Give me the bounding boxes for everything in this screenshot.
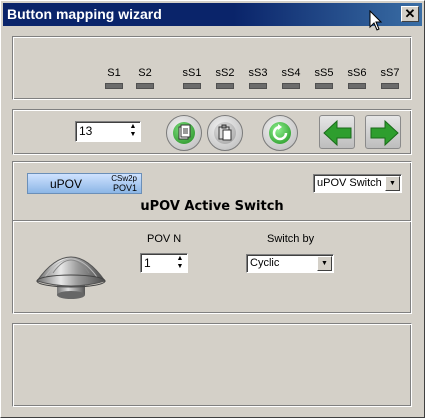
button-number-spinner[interactable]: 13 ▲ ▼	[75, 121, 141, 142]
switch-label: sS3	[248, 67, 268, 79]
switch-label: sS1	[182, 67, 202, 79]
switch-label: sS6	[347, 67, 367, 79]
switch-label: sS4	[281, 67, 301, 79]
switch-indicator: sS6	[345, 67, 369, 89]
upov-button[interactable]: uPOV CSw2p POV1	[27, 173, 142, 194]
reset-icon	[269, 122, 291, 144]
pov-n-label: POV N	[147, 233, 182, 245]
previous-button[interactable]	[319, 115, 355, 149]
pov-n-spinner[interactable]: 1 ▲ ▼	[140, 253, 188, 273]
switch-led	[282, 83, 300, 89]
reset-button[interactable]	[262, 115, 298, 151]
spin-down-icon[interactable]: ▼	[128, 131, 138, 139]
switch-by-select[interactable]: Cyclic ▼	[246, 254, 334, 273]
switch-led	[315, 83, 333, 89]
switch-indicator: sS2	[213, 67, 237, 89]
button-number-value: 13	[79, 124, 93, 138]
switch-led	[249, 83, 267, 89]
upov-button-sub-bottom: POV1	[112, 183, 137, 193]
pov-hat-icon	[36, 256, 106, 299]
switch-indicator: sS3	[246, 67, 270, 89]
copy-button[interactable]	[166, 115, 202, 151]
switch-led	[348, 83, 366, 89]
switch-indicator: sS1	[180, 67, 204, 89]
switch-label: S2	[138, 67, 152, 79]
next-button[interactable]	[365, 115, 401, 149]
switch-led	[105, 83, 123, 89]
spin-up-icon[interactable]: ▲	[128, 123, 138, 131]
switch-label: sS2	[215, 67, 235, 79]
prev-arrow-icon	[323, 119, 352, 147]
switch-led	[183, 83, 201, 89]
switch-indicator: sS7	[378, 67, 402, 89]
switch-label: sS5	[314, 67, 334, 79]
title-bar[interactable]: Button mapping wizard ✕	[3, 3, 422, 26]
switch-label: S1	[107, 67, 121, 79]
upov-button-sub-top: CSw2p	[111, 174, 137, 183]
switch-led	[216, 83, 234, 89]
window-title: Button mapping wizard	[7, 6, 162, 22]
spinner-arrows[interactable]: ▲ ▼	[175, 255, 185, 271]
close-button[interactable]: ✕	[401, 6, 419, 22]
mouse-cursor-icon	[369, 10, 383, 31]
switch-by-label: Switch by	[267, 233, 315, 245]
spinner-arrows[interactable]: ▲ ▼	[128, 123, 138, 139]
chevron-down-icon[interactable]: ▼	[385, 176, 400, 191]
next-arrow-icon	[370, 119, 399, 147]
divider	[13, 220, 411, 222]
switch-label: sS7	[380, 67, 400, 79]
mapping-heading: uPOV Active Switch	[140, 199, 284, 214]
empty-panel	[12, 323, 412, 407]
mapping-type-value: uPOV Switch	[317, 177, 382, 189]
switch-indicator: S1	[102, 67, 126, 89]
paste-icon	[214, 122, 236, 144]
upov-button-label: uPOV	[50, 177, 83, 191]
pov-n-value: 1	[144, 256, 151, 270]
spin-down-icon[interactable]: ▼	[175, 263, 185, 271]
close-icon: ✕	[404, 6, 416, 21]
paste-button[interactable]	[207, 115, 243, 151]
switch-indicator: sS4	[279, 67, 303, 89]
switch-led	[136, 83, 154, 89]
copy-icon	[173, 122, 195, 144]
mapping-type-select[interactable]: uPOV Switch ▼	[313, 174, 402, 193]
spin-up-icon[interactable]: ▲	[175, 255, 185, 263]
switch-led	[381, 83, 399, 89]
switch-indicator: S2	[133, 67, 157, 89]
chevron-down-icon[interactable]: ▼	[317, 256, 332, 271]
switch-indicator-panel: S1 S2 sS1 sS2 sS3 sS4 sS5 sS6 sS7	[12, 36, 412, 100]
wizard-window: Button mapping wizard ✕ S1 S2 sS1 sS2 sS…	[0, 0, 425, 418]
switch-by-value: Cyclic	[250, 257, 280, 269]
switch-indicator: sS5	[312, 67, 336, 89]
